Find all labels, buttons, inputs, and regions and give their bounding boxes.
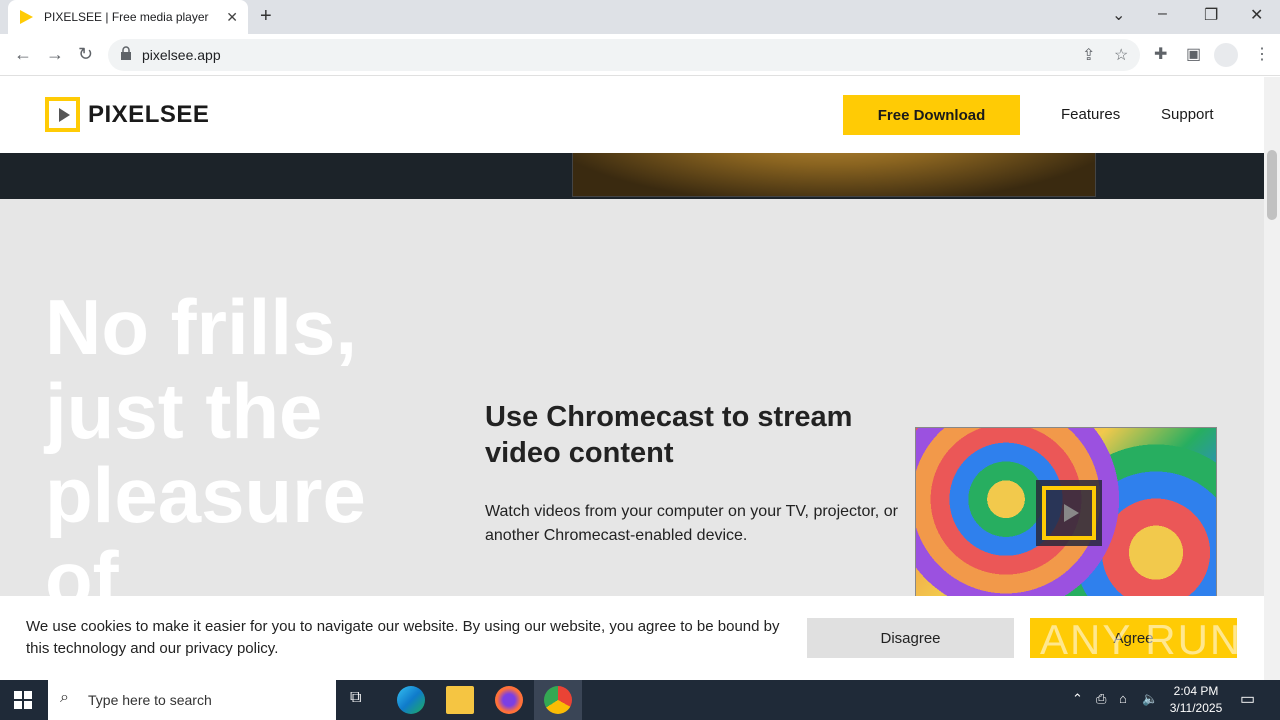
taskbar-search-input[interactable]: ⌕ Type here to search [48,680,336,720]
free-download-button[interactable]: Free Download [843,95,1020,135]
hero-headline: No frills, just the pleasure of [45,283,366,599]
agree-button[interactable]: Agree [1030,618,1237,658]
device-icon[interactable]: ⎙ [1096,691,1106,707]
star-icon[interactable]: ☆ [1114,45,1128,65]
pixelsee-favicon-icon [20,10,33,24]
tab-close-icon[interactable]: ✕ [226,9,238,26]
edge-icon[interactable] [397,686,425,714]
browser-toolbar: ← → ↻ pixelsee.app ⇪ ☆ ✚ ▣ ⋮ [0,34,1280,76]
nav-features-link[interactable]: Features [1061,106,1120,123]
restore-icon[interactable]: ❐ [1204,5,1218,25]
forward-icon[interactable]: → [46,44,64,65]
new-tab-icon[interactable]: + [260,5,272,28]
network-icon[interactable]: ⌂ [1119,691,1127,706]
search-placeholder: Type here to search [88,692,212,708]
clock-date: 3/11/2025 [1169,701,1223,715]
sidepanel-icon[interactable]: ▣ [1186,44,1201,64]
address-bar[interactable]: pixelsee.app ⇪ ☆ [108,39,1140,71]
feature-section: No frills, just the pleasure of Use Chro… [0,199,1264,599]
cookie-text: We use cookies to make it easier for you… [26,618,780,657]
clock-time: 2:04 PM [1173,684,1219,698]
pixelsee-logo-icon[interactable] [45,97,80,132]
back-icon[interactable]: ← [14,44,32,65]
hero-photo [572,153,1096,197]
disagree-button[interactable]: Disagree [807,618,1014,658]
url-text: pixelsee.app [142,47,221,63]
notification-icon[interactable]: ▭ [1240,689,1255,709]
browser-tab-strip: PIXELSEE | Free media player for ✕ + ⌄ –… [0,0,1280,34]
lock-icon [121,46,131,60]
windows-taskbar: ⌕ Type here to search ⧉ ⌃ ⎙ ⌂ 🔈 2:04 PM … [0,680,1280,720]
close-window-icon[interactable]: ✕ [1250,5,1263,25]
feature-title: Use Chromecast to stream video content [485,401,853,469]
chrome-icon[interactable] [544,686,572,714]
reload-icon[interactable]: ↻ [78,44,93,65]
chrome-active-task[interactable] [534,680,582,720]
site-header: PIXELSEE Free Download Features Support [0,77,1264,153]
play-icon [1036,480,1102,546]
extensions-icon[interactable]: ✚ [1154,44,1167,64]
tray-chevron-icon[interactable]: ⌃ [1072,691,1083,707]
search-icon: ⌕ [60,689,69,706]
scrollbar-thumb[interactable] [1267,150,1277,220]
page-scrollbar[interactable] [1264,77,1280,680]
browser-tab[interactable]: PIXELSEE | Free media player for ✕ [8,0,248,34]
task-view-icon[interactable]: ⧉ [350,689,361,707]
firefox-icon[interactable] [495,686,523,714]
volume-icon[interactable]: 🔈 [1142,691,1158,707]
menu-icon[interactable]: ⋮ [1254,44,1270,64]
taskbar-clock[interactable]: 2:04 PM 3/11/2025 [1164,683,1228,717]
feature-image [915,427,1217,599]
hero-image-strip [0,153,1264,199]
file-explorer-icon[interactable] [446,686,474,714]
feature-description: Watch videos from your computer on your … [485,503,898,544]
tab-title: PIXELSEE | Free media player for [44,10,212,24]
windows-start-icon[interactable] [14,691,32,709]
minimize-icon[interactable]: – [1158,5,1167,23]
share-icon[interactable]: ⇪ [1082,45,1095,65]
cookie-banner: We use cookies to make it easier for you… [0,596,1264,680]
tab-search-icon[interactable]: ⌄ [1112,5,1125,25]
logo-text[interactable]: PIXELSEE [88,101,209,129]
nav-support-link[interactable]: Support [1161,106,1214,123]
profile-icon[interactable] [1214,43,1238,67]
